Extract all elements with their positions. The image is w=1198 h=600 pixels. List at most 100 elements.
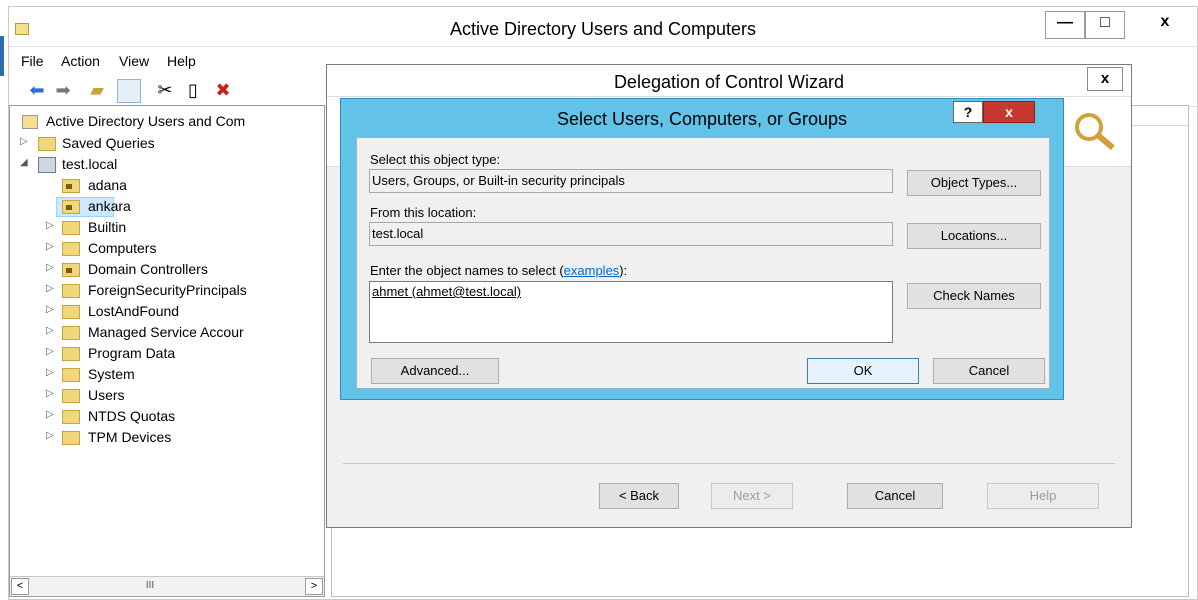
expand-arrow-icon[interactable]: ▷ xyxy=(46,346,58,357)
menu-file[interactable]: File xyxy=(21,53,44,69)
domain-icon xyxy=(38,157,56,173)
minimize-button[interactable]: — xyxy=(1045,11,1085,39)
resolved-name: ahmet (ahmet@test.local) xyxy=(372,284,522,299)
expand-arrow-icon[interactable]: ▷ xyxy=(46,304,58,315)
snapin-icon xyxy=(22,115,38,129)
tree-item[interactable]: ▷ NTDS Quotas xyxy=(10,407,322,428)
check-names-button[interactable]: Check Names xyxy=(907,283,1041,309)
folder-icon xyxy=(62,326,80,340)
collapse-arrow-icon[interactable]: ◢ xyxy=(20,157,32,168)
tree-item[interactable]: ▷ Computers xyxy=(10,239,322,260)
folder-icon xyxy=(62,431,80,445)
tree-item[interactable]: ▷ Program Data xyxy=(10,344,322,365)
menu-view[interactable]: View xyxy=(119,53,149,69)
expand-arrow-icon[interactable]: ▷ xyxy=(46,283,58,294)
tree-label: System xyxy=(88,366,135,382)
expand-arrow-icon[interactable]: ▷ xyxy=(20,136,32,147)
scroll-thumb[interactable]: III xyxy=(30,578,270,595)
folder-icon xyxy=(62,284,80,298)
tree-item[interactable]: ankara xyxy=(10,197,322,218)
tree-item-saved-queries[interactable]: ▷ Saved Queries xyxy=(10,134,322,155)
ou-folder-icon xyxy=(62,263,80,277)
desktop-taskbar-mark xyxy=(0,36,4,76)
object-type-label: Select this object type: xyxy=(370,152,501,167)
dialog-titlebar: Select Users, Computers, or Groups ? x xyxy=(341,99,1063,137)
maximize-button[interactable]: □ xyxy=(1085,11,1125,39)
ok-button[interactable]: OK xyxy=(807,358,919,384)
menu-help[interactable]: Help xyxy=(167,53,196,69)
folder-icon xyxy=(62,410,80,424)
locations-button[interactable]: Locations... xyxy=(907,223,1041,249)
examples-link[interactable]: examples xyxy=(564,263,620,278)
folder-icon xyxy=(62,368,80,382)
tree-label: ForeignSecurityPrincipals xyxy=(88,282,247,298)
scroll-left-button[interactable]: < xyxy=(11,578,29,595)
tree-label: Managed Service Accour xyxy=(88,324,244,340)
help-icon[interactable]: ? xyxy=(953,101,983,123)
tree-item-domain[interactable]: ◢ test.local xyxy=(10,155,322,176)
help-button[interactable]: Help xyxy=(987,483,1099,509)
tree-item[interactable]: ▷ Managed Service Accour xyxy=(10,323,322,344)
expand-arrow-icon[interactable]: ▷ xyxy=(46,409,58,420)
expand-arrow-icon[interactable]: ▷ xyxy=(46,262,58,273)
tree-item[interactable]: ▷ LostAndFound xyxy=(10,302,322,323)
folder-icon xyxy=(62,305,80,319)
main-titlebar: Active Directory Users and Computers — □… xyxy=(9,7,1197,47)
tree-item[interactable]: adana xyxy=(10,176,322,197)
wizard-title: Delegation of Control Wizard xyxy=(613,72,845,92)
tree-item[interactable]: ▷ System xyxy=(10,365,322,386)
expand-arrow-icon[interactable]: ▷ xyxy=(46,388,58,399)
wizard-close-button[interactable]: x xyxy=(1087,67,1123,91)
forward-arrow-icon[interactable]: ➡ xyxy=(51,79,75,103)
advanced-button[interactable]: Advanced... xyxy=(371,358,499,384)
clipboard-icon[interactable]: ▯ xyxy=(181,79,205,103)
folder-icon xyxy=(62,347,80,361)
folder-icon xyxy=(62,242,80,256)
folder-up-icon[interactable]: ▰ xyxy=(85,79,109,103)
tree-item[interactable]: ▷ ForeignSecurityPrincipals xyxy=(10,281,322,302)
tree-root-label: Active Directory Users and Com xyxy=(46,113,246,129)
expand-arrow-icon[interactable]: ▷ xyxy=(46,220,58,231)
tree-item[interactable]: ▷ Domain Controllers xyxy=(10,260,322,281)
desktop-edge xyxy=(0,0,8,600)
menu-action[interactable]: Action xyxy=(61,53,100,69)
back-button[interactable]: < Back xyxy=(599,483,679,509)
tree-label: Program Data xyxy=(88,345,176,361)
tree-item[interactable]: ▷ Builtin xyxy=(10,218,322,239)
dialog-close-button[interactable]: x xyxy=(983,101,1035,123)
object-names-input[interactable]: ahmet (ahmet@test.local) xyxy=(369,281,893,343)
folder-icon xyxy=(62,221,80,235)
object-names-label: Enter the object names to select (exampl… xyxy=(370,263,627,278)
dialog-body: Select this object type: Users, Groups, … xyxy=(356,137,1050,389)
tree-label: LostAndFound xyxy=(88,303,180,319)
console-tree: Active Directory Users and Com ▷ Saved Q… xyxy=(9,105,325,597)
resize-grip-icon[interactable]: .: xyxy=(1041,376,1046,386)
wizard-titlebar: Delegation of Control Wizard x xyxy=(327,65,1131,97)
next-button[interactable]: Next > xyxy=(711,483,793,509)
object-types-button[interactable]: Object Types... xyxy=(907,170,1041,196)
scissors-icon[interactable]: ✂ xyxy=(153,79,177,103)
tree-item[interactable]: ▷ Users xyxy=(10,386,322,407)
back-arrow-icon[interactable]: ⬅ xyxy=(25,79,49,103)
expand-arrow-icon[interactable]: ▷ xyxy=(46,325,58,336)
expand-arrow-icon[interactable]: ▷ xyxy=(46,367,58,378)
tree-item[interactable]: ▷ TPM Devices xyxy=(10,428,322,449)
object-type-field: Users, Groups, or Built-in security prin… xyxy=(369,169,893,193)
close-button[interactable]: x xyxy=(1139,11,1191,39)
names-label-text: Enter the object names to select ( xyxy=(370,263,564,278)
wizard-cancel-button[interactable]: Cancel xyxy=(847,483,943,509)
scroll-right-button[interactable]: > xyxy=(305,578,323,595)
location-label: From this location: xyxy=(370,205,477,220)
tree-label: test.local xyxy=(62,156,118,172)
red-x-icon[interactable]: ✖ xyxy=(211,79,235,103)
console-tree-icon[interactable] xyxy=(117,79,141,103)
tree-root[interactable]: Active Directory Users and Com xyxy=(10,112,322,133)
tree-label: Domain Controllers xyxy=(88,261,208,277)
expand-arrow-icon[interactable]: ▷ xyxy=(46,241,58,252)
window-title: Active Directory Users and Computers xyxy=(449,19,757,39)
dialog-cancel-button[interactable]: Cancel xyxy=(933,358,1045,384)
horizontal-scrollbar[interactable]: < III > xyxy=(10,576,324,596)
tree-label: Computers xyxy=(88,240,157,256)
expand-arrow-icon[interactable]: ▷ xyxy=(46,430,58,441)
location-field: test.local xyxy=(369,222,893,246)
